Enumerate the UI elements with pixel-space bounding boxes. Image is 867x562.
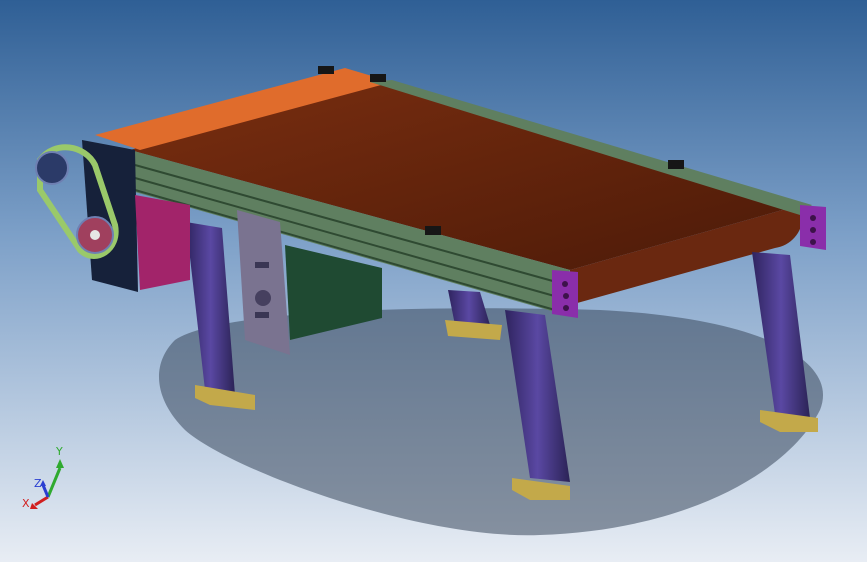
triad-y-label: Y — [55, 445, 63, 458]
rail-clamp — [370, 74, 386, 82]
rail-clamp — [668, 160, 684, 169]
triad-z-label: Z — [34, 477, 42, 490]
cad-viewport[interactable]: Y X Z — [0, 0, 867, 562]
rail-clamp — [425, 226, 441, 235]
drive-housing — [135, 195, 190, 290]
rail-clamp — [318, 66, 334, 74]
coordinate-triad: Y X Z — [22, 445, 64, 510]
upper-pulley — [35, 151, 69, 185]
triad-x-label: X — [22, 497, 30, 510]
conveyor-model[interactable]: Y X Z — [0, 0, 867, 562]
